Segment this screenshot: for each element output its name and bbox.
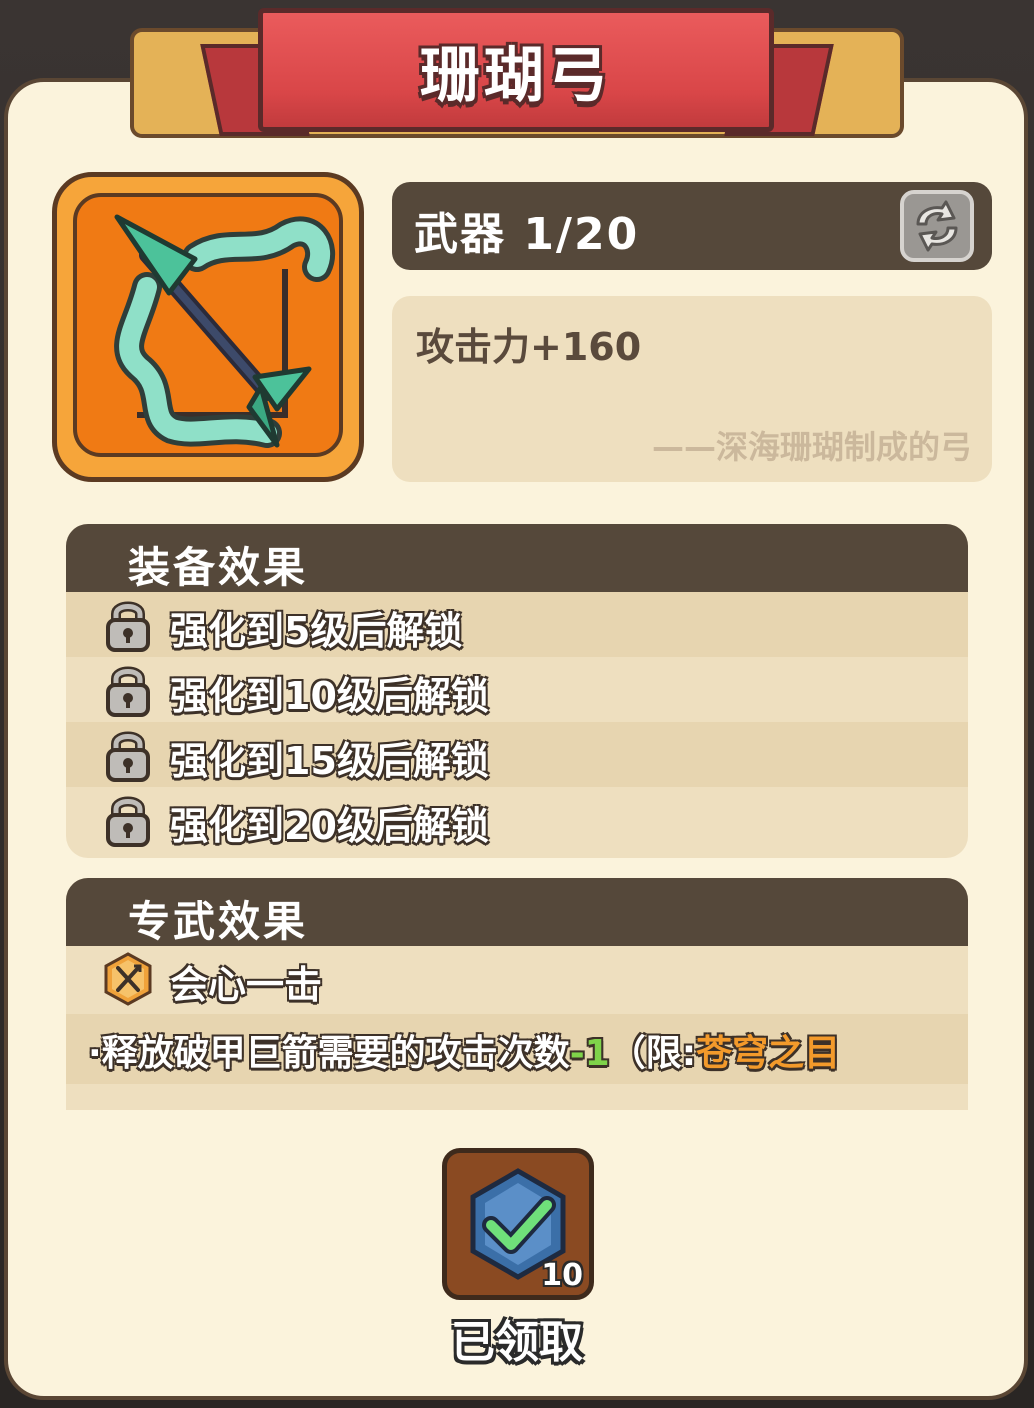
item-icon-background — [73, 193, 343, 457]
exclusive-skill-description: ·释放破甲巨箭需要的攻击次数-1（限:苍穹之目 — [88, 1024, 908, 1076]
lock-icon — [106, 666, 150, 717]
crossed-arrows-hex-icon — [104, 952, 152, 1006]
exclusive-skill-row: 会心一击 — [66, 946, 968, 1014]
exclusive-effects-header: 专武效果 — [66, 878, 968, 946]
exclusive-effects-section: 专武效果 会心一击 ·释放破甲巨箭需要的攻击次数-1（限:苍穹之目 — [66, 878, 968, 1110]
equip-effect-text: 强化到20级后解锁 — [170, 804, 489, 848]
skill-desc-prefix: ·释放破甲巨箭需要的攻击次数 — [88, 1033, 570, 1074]
item-flavor-text: ——深海珊瑚制成的弓 — [651, 428, 972, 466]
item-type-bar: 武器 1/20 — [392, 182, 992, 270]
equip-effects-section: 装备效果 强化到5级后解锁 强化到10级后解锁 强化到15级后解锁 强化到20级… — [66, 524, 968, 858]
refresh-button[interactable] — [900, 190, 974, 262]
skill-desc-limit: 苍穹之目 — [696, 1033, 841, 1074]
equip-effect-row: 强化到5级后解锁 — [66, 592, 968, 657]
item-detail-screen: 珊瑚弓 武器 1/20 攻击力+160 ——深海珊瑚制成的弓 装备效果 强化到5… — [0, 0, 1034, 1408]
lock-icon — [106, 796, 150, 847]
skill-desc-middle: （限: — [609, 1033, 697, 1074]
equip-effect-text: 强化到5级后解锁 — [170, 609, 463, 653]
exclusive-skill-name: 会心一击 — [170, 963, 323, 1007]
equip-effect-row: 强化到10级后解锁 — [66, 657, 968, 722]
item-title: 珊瑚弓 — [420, 40, 612, 111]
equip-effect-text: 强化到15级后解锁 — [170, 739, 489, 783]
reward-status: 已领取 — [451, 1317, 583, 1368]
title-ribbon: 珊瑚弓 — [258, 8, 774, 132]
exclusive-effects-title: 专武效果 — [128, 897, 309, 946]
exclusive-skill-desc-row: ·释放破甲巨箭需要的攻击次数-1（限:苍穹之目 — [66, 1014, 968, 1084]
reward-count: 10 — [541, 1258, 583, 1293]
item-description-box: 攻击力+160 ——深海珊瑚制成的弓 — [392, 296, 992, 482]
item-icon-frame — [52, 172, 364, 482]
equip-effects-title: 装备效果 — [128, 543, 309, 592]
equip-effect-text: 强化到10级后解锁 — [170, 674, 489, 718]
coral-bow-icon — [114, 214, 336, 448]
equip-effect-row: 强化到15级后解锁 — [66, 722, 968, 787]
item-type-level: 武器 1/20 — [414, 209, 640, 260]
equip-effect-row: 强化到20级后解锁 — [66, 787, 968, 852]
lock-icon — [106, 601, 150, 652]
lock-icon — [106, 731, 150, 782]
equip-effects-header: 装备效果 — [66, 524, 968, 592]
reward-slot[interactable]: 10 — [442, 1148, 594, 1300]
refresh-icon — [916, 200, 958, 252]
skill-desc-value: -1 — [569, 1033, 610, 1074]
item-stat: 攻击力+160 — [416, 325, 642, 369]
